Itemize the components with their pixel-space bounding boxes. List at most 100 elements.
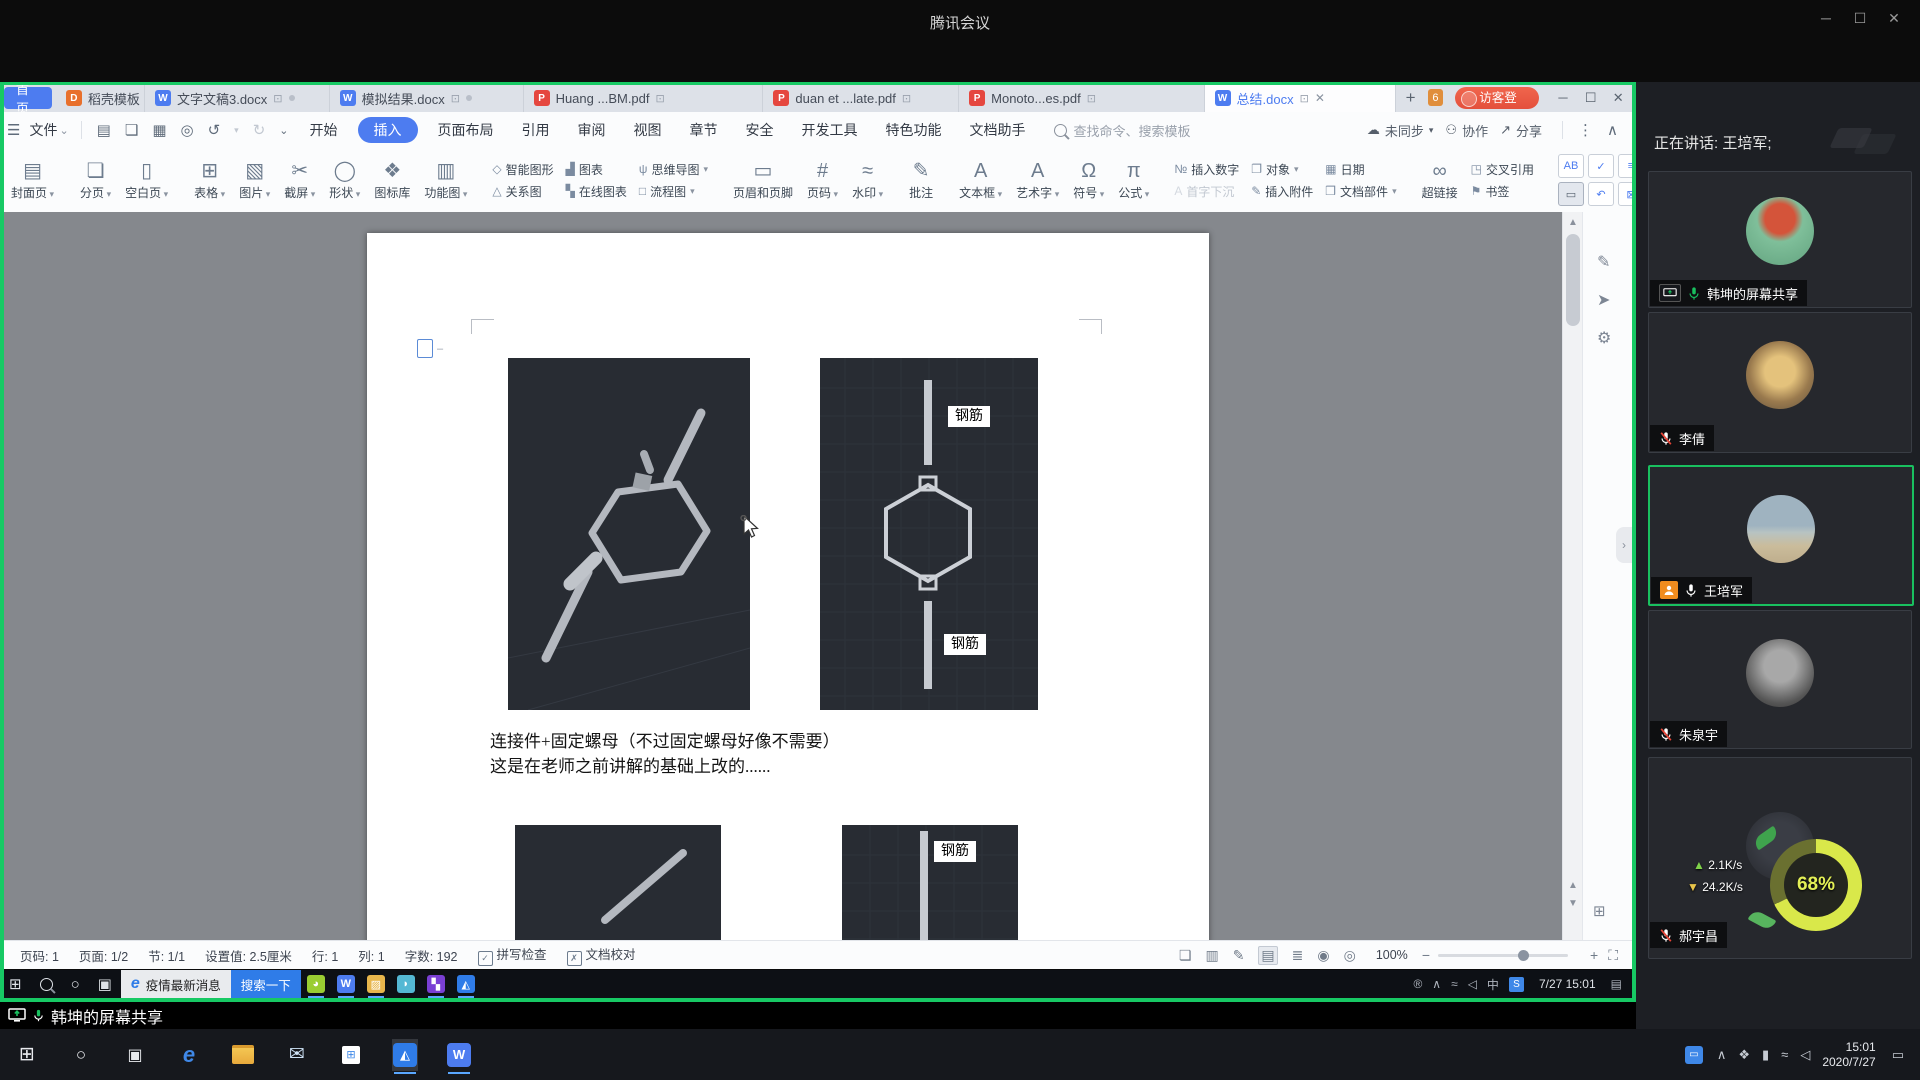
- fit-page-icon[interactable]: ❏: [1179, 947, 1192, 964]
- ribbon-button-文档部件[interactable]: ❒文档部件▾: [1325, 183, 1396, 200]
- outline-icon[interactable]: ≣: [1292, 947, 1304, 964]
- tray-icon-4[interactable]: ◁: [1800, 1047, 1810, 1063]
- purple-app-icon[interactable]: ▚: [427, 975, 445, 993]
- shared-lang-badge[interactable]: S: [1509, 977, 1524, 992]
- cursor-tool-icon[interactable]: ➤: [1597, 290, 1610, 310]
- render-image-connector-cad[interactable]: 钢筋 钢筋: [820, 358, 1038, 710]
- ribbon-button-在线图表[interactable]: ▚在线图表: [566, 183, 627, 200]
- ribbon-button-文本框[interactable]: A文本框 ▾: [952, 148, 1009, 212]
- more-commands-icon[interactable]: ⌄: [279, 124, 288, 137]
- tencent-meeting-icon[interactable]: ◭: [392, 1039, 418, 1071]
- file-explorer-icon[interactable]: [230, 1039, 256, 1071]
- ribbon-button-功能图[interactable]: ▥功能图 ▾: [417, 148, 474, 212]
- collaborate-button[interactable]: ⚇协作: [1445, 121, 1488, 140]
- ribbon-button-超链接[interactable]: ∞超链接: [1415, 148, 1465, 212]
- export-icon[interactable]: ❏: [125, 121, 138, 139]
- save-icon[interactable]: ▤: [97, 121, 111, 139]
- tab-home[interactable]: 首页: [4, 87, 52, 109]
- ribbon-button-日期[interactable]: ▦日期: [1325, 161, 1396, 178]
- task-view-button[interactable]: ▣: [122, 1039, 148, 1071]
- cortana-button[interactable]: ○: [68, 1039, 94, 1071]
- ribbon-button-表格[interactable]: ⊞表格 ▾: [187, 148, 232, 212]
- ribbon-button-水印[interactable]: ≈水印 ▾: [845, 148, 890, 212]
- scrollbar-thumb[interactable]: [1566, 234, 1580, 326]
- ribbon-button-流程图[interactable]: □流程图▾: [639, 183, 708, 200]
- ribbon-button-图表[interactable]: ▟图表: [566, 161, 627, 178]
- tab-模拟结果.docx[interactable]: W模拟结果.docx⊡: [330, 84, 524, 112]
- tab-文字文稿3.docx[interactable]: W文字文稿3.docx⊡: [145, 84, 330, 112]
- mail-icon[interactable]: ✉: [284, 1039, 310, 1071]
- ribbon-button-书签[interactable]: ⚑书签: [1471, 183, 1534, 200]
- ribbon-button-插入数字[interactable]: №插入数字: [1174, 161, 1239, 178]
- eye-protect-icon[interactable]: ◎: [1344, 947, 1356, 964]
- file-menu[interactable]: 文件: [29, 120, 57, 140]
- file-menu-arrow[interactable]: ⌄: [59, 124, 68, 137]
- ribbon-button-批注[interactable]: ✎批注: [902, 148, 940, 212]
- toggle-3[interactable]: ▭: [1558, 182, 1584, 206]
- zoom-knob[interactable]: [1518, 950, 1529, 961]
- ribbon-button-插入附件[interactable]: ✎插入附件: [1251, 183, 1313, 200]
- paragraph-file-icon[interactable]: [417, 339, 433, 358]
- adjust-tool-icon[interactable]: ⚙: [1597, 328, 1611, 348]
- menu-页面布局[interactable]: 页面布局: [424, 113, 508, 147]
- tab-Monoto...es.pdf[interactable]: PMonoto...es.pdf⊡: [959, 84, 1204, 112]
- command-search-box[interactable]: 查找命令、搜索模板: [1054, 121, 1191, 140]
- menu-开始[interactable]: 开始: [296, 113, 352, 147]
- pea-app-icon[interactable]: ◕: [307, 975, 325, 993]
- menu-开发工具[interactable]: 开发工具: [788, 113, 872, 147]
- render-image-connector-3d[interactable]: [508, 358, 750, 710]
- print-layout-icon[interactable]: ▤: [1258, 946, 1277, 965]
- tray-icon-3[interactable]: ≈: [1781, 1047, 1788, 1062]
- toggle-0[interactable]: AB: [1558, 154, 1584, 178]
- spell-check-button[interactable]: ✓拼写检查: [478, 944, 547, 966]
- tray-icon-0[interactable]: ∧: [1717, 1047, 1727, 1063]
- wps-minimize-button[interactable]: ─: [1549, 84, 1577, 112]
- zoom-slider[interactable]: [1438, 954, 1568, 957]
- wps-maximize-button[interactable]: ☐: [1577, 84, 1605, 112]
- tab-总结.docx[interactable]: W总结.docx⊡✕: [1205, 84, 1396, 112]
- collapse-ribbon-icon[interactable]: ∧: [1607, 121, 1618, 139]
- tray-icon-2[interactable]: ▮: [1762, 1047, 1769, 1063]
- zoom-percent[interactable]: 100%: [1376, 948, 1408, 962]
- chat-tray-icon[interactable]: ▭: [1685, 1046, 1703, 1064]
- menu-审阅[interactable]: 审阅: [564, 113, 620, 147]
- zoom-in-button[interactable]: +: [1590, 947, 1598, 963]
- ribbon-button-交叉引用[interactable]: ◳交叉引用: [1471, 161, 1534, 178]
- ribbon-button-空白页[interactable]: ▯空白页 ▾: [118, 148, 175, 212]
- zoom-out-button[interactable]: −: [1422, 947, 1430, 963]
- ribbon-button-形状[interactable]: ◯形状 ▾: [322, 148, 367, 212]
- menu-引用[interactable]: 引用: [508, 113, 564, 147]
- participant-tile-李倩[interactable]: 李倩: [1648, 312, 1912, 453]
- shared-tray-icon-0[interactable]: ®: [1413, 977, 1422, 991]
- tab-monitor-icon[interactable]: ⊡: [902, 92, 911, 105]
- panel-collapse-tab[interactable]: ›: [1616, 527, 1632, 563]
- guest-login-button[interactable]: 访客登录: [1455, 87, 1539, 109]
- edge-icon[interactable]: e: [176, 1039, 202, 1071]
- new-tab-button[interactable]: +: [1396, 84, 1426, 112]
- pen-tool-icon[interactable]: ✎: [1597, 252, 1610, 272]
- ribbon-button-图标库[interactable]: ❖图标库: [367, 148, 417, 212]
- sync-status-button[interactable]: ☁未同步▾: [1367, 121, 1434, 140]
- participant-tile-郝宇昌[interactable]: ▲ 2.1K/s▼ 24.2K/s68%郝宇昌: [1648, 757, 1912, 959]
- render-image-rod-3d[interactable]: [515, 825, 721, 940]
- document-text-line1[interactable]: 连接件+固定螺母（不过固定螺母好像不需要）: [490, 727, 840, 752]
- page-down-button[interactable]: ▼: [1563, 898, 1583, 909]
- menu-安全[interactable]: 安全: [732, 113, 788, 147]
- hamburger-menu-icon[interactable]: ☰: [7, 121, 20, 139]
- menu-章节[interactable]: 章节: [676, 113, 732, 147]
- participant-tile-王培军[interactable]: 王培军: [1648, 465, 1914, 606]
- shared-cortana-icon[interactable]: ○: [71, 976, 80, 993]
- grid-view-icon[interactable]: ⊞: [1593, 902, 1606, 920]
- ribbon-button-对象[interactable]: ❐对象▾: [1251, 161, 1313, 178]
- tab-monitor-icon[interactable]: ⊡: [1087, 92, 1096, 105]
- web-layout-icon[interactable]: ◉: [1317, 947, 1329, 964]
- taskbar-clock[interactable]: 15:012020/7/27: [1822, 1040, 1875, 1070]
- vertical-scrollbar[interactable]: ▲ ▲ ▼: [1562, 212, 1583, 940]
- shared-tray-icon-1[interactable]: ∧: [1432, 977, 1441, 991]
- write-mode-icon[interactable]: ✎: [1233, 947, 1245, 964]
- ribbon-button-页眉和页脚[interactable]: ▭页眉和页脚: [726, 148, 800, 212]
- render-image-rod-cad[interactable]: 钢筋: [842, 825, 1018, 940]
- tab-monitor-icon[interactable]: ⊡: [273, 92, 282, 105]
- folder-app-icon[interactable]: ▨: [367, 975, 385, 993]
- ribbon-button-截屏[interactable]: ✂截屏 ▾: [277, 148, 322, 212]
